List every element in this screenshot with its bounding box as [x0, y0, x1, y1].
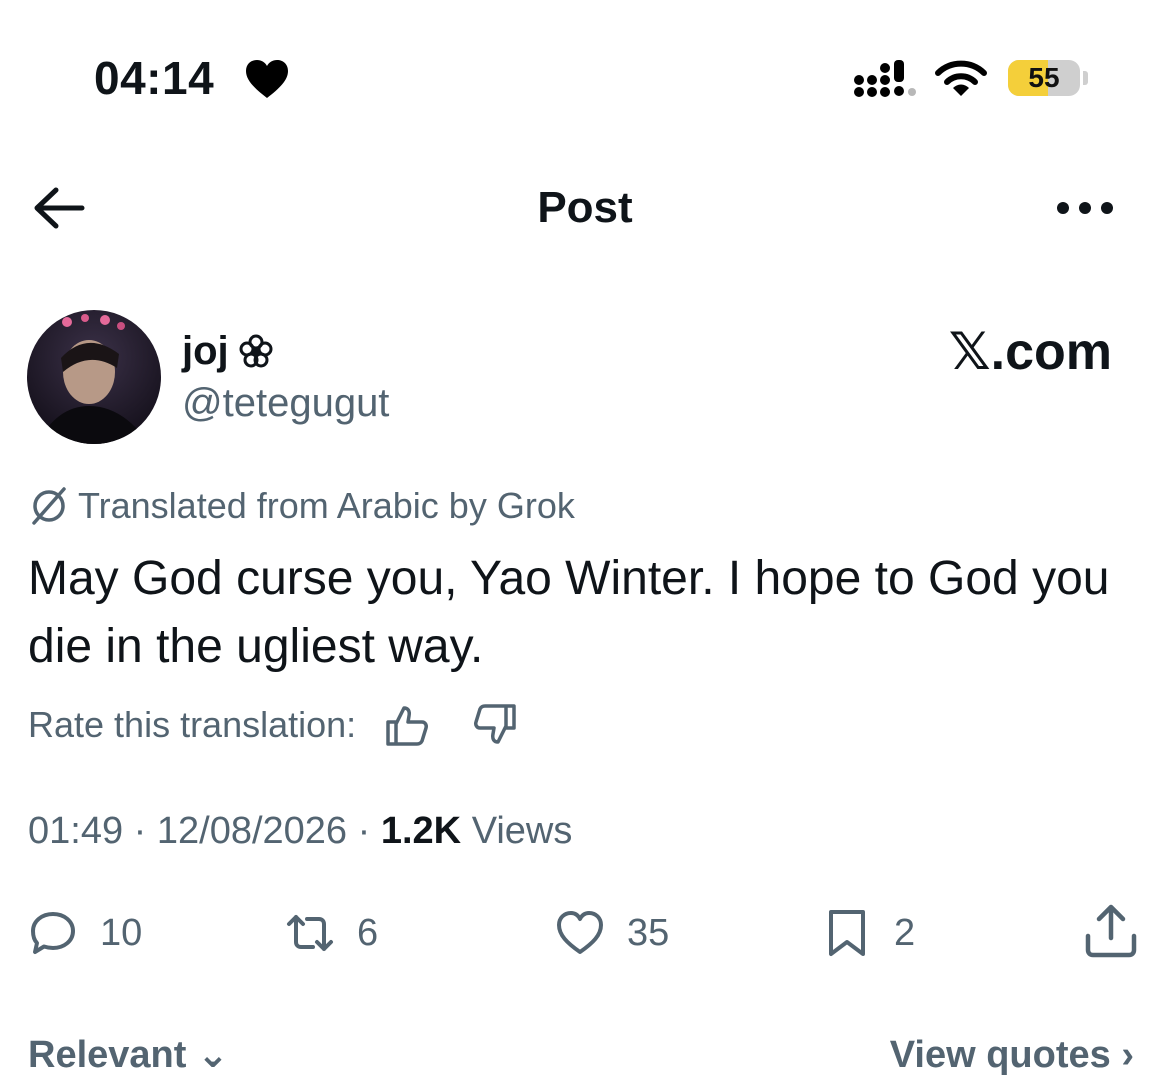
- bookmark-count: 2: [894, 911, 916, 954]
- thumbs-up-icon[interactable]: [384, 702, 430, 748]
- translation-note: Translated from Arabic by Grok: [28, 483, 575, 529]
- translation-note-text: Translated from Arabic by Grok: [78, 485, 575, 526]
- repost-icon: [287, 915, 333, 951]
- share-icon[interactable]: [1082, 902, 1140, 960]
- rate-translation: Rate this translation:: [28, 700, 518, 750]
- like-button[interactable]: 35: [555, 903, 669, 963]
- reply-button[interactable]: 10: [28, 903, 142, 963]
- battery-indicator: 55: [1008, 58, 1090, 100]
- wifi-icon: [935, 60, 987, 96]
- battery-cap: [1083, 71, 1088, 85]
- repost-button[interactable]: 6: [285, 903, 378, 963]
- heart-outline-icon: [557, 911, 603, 954]
- thumbs-down-icon[interactable]: [472, 702, 518, 748]
- avatar[interactable]: [27, 310, 161, 444]
- views-count: 1.2K: [380, 810, 462, 852]
- post-text: May God curse you, Yao Winter. I hope to…: [28, 552, 1110, 673]
- post-time: 01:49: [28, 810, 124, 852]
- status-time: 04:14: [94, 52, 215, 104]
- page-title: Post: [537, 183, 633, 232]
- views-label: Views: [471, 810, 573, 852]
- repost-count: 6: [357, 911, 379, 954]
- rate-translation-label: Rate this translation:: [28, 704, 357, 745]
- x-com-watermark: 𝕏.com: [948, 323, 1112, 381]
- author-name-row[interactable]: joj: [182, 326, 273, 376]
- grok-icon: [32, 487, 66, 525]
- post-date: 12/08/2026: [156, 810, 348, 852]
- sort-replies-button[interactable]: Relevant ⌄: [28, 1030, 229, 1080]
- reply-count: 10: [100, 911, 143, 954]
- bookmark-button[interactable]: 2: [822, 903, 915, 963]
- author-handle[interactable]: @tetegugut: [182, 378, 389, 428]
- battery-level: 55: [1028, 62, 1060, 93]
- post-meta: 01:49 · 12/08/2026 · 1.2K Views: [28, 806, 572, 856]
- flower-icon: [239, 334, 273, 368]
- meta-separator: ·: [133, 810, 147, 852]
- view-quotes-link[interactable]: View quotes ›: [890, 1030, 1134, 1080]
- cellular-signal-icon: [854, 60, 916, 97]
- avatar-image: [27, 310, 161, 444]
- like-count: 35: [627, 911, 670, 954]
- meta-separator: ·: [357, 810, 371, 852]
- author-display-name[interactable]: joj: [182, 326, 229, 376]
- bookmark-icon: [829, 910, 865, 956]
- reply-icon: [31, 912, 75, 954]
- more-horizontal-icon[interactable]: [1052, 190, 1118, 226]
- heart-icon: [246, 60, 288, 98]
